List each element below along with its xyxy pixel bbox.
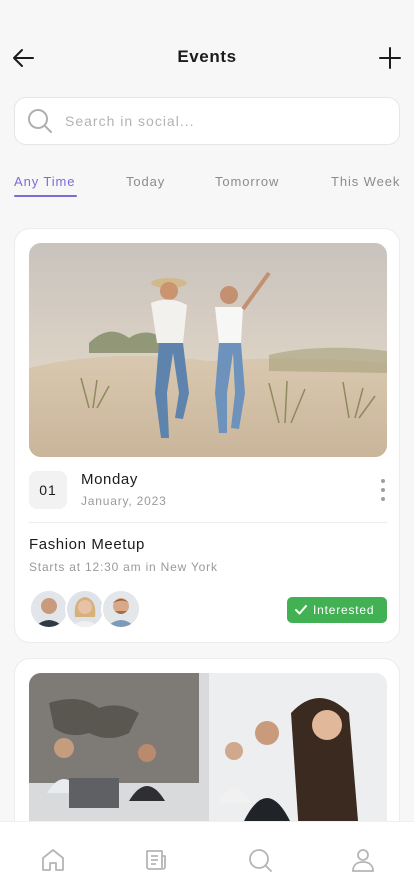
nav-profile[interactable] bbox=[349, 846, 377, 874]
time-filter-tabs: Any Time Today Tomorrow This Week bbox=[14, 174, 414, 200]
avatar bbox=[29, 589, 69, 629]
event-weekday: Monday bbox=[81, 471, 138, 488]
more-vertical-icon bbox=[381, 479, 385, 483]
search-icon bbox=[28, 109, 52, 133]
page-title: Events bbox=[177, 47, 237, 66]
home-icon bbox=[42, 849, 64, 871]
add-event-button[interactable] bbox=[374, 42, 406, 74]
divider bbox=[29, 522, 387, 523]
user-icon bbox=[352, 849, 374, 872]
nav-feed[interactable] bbox=[142, 846, 170, 874]
avatar bbox=[65, 589, 105, 629]
event-card[interactable]: 01 Monday January, 2023 Fashion Meetup S… bbox=[14, 228, 400, 643]
search-bar bbox=[14, 97, 400, 145]
event-name: Fashion Meetup bbox=[29, 536, 145, 553]
avatar bbox=[101, 589, 141, 629]
event-photo bbox=[29, 243, 387, 457]
search-icon bbox=[249, 849, 272, 872]
interested-label: Interested bbox=[313, 603, 375, 617]
bottom-navigation bbox=[0, 821, 414, 896]
attendees-avatars[interactable] bbox=[29, 589, 149, 629]
tab-this-week[interactable]: This Week bbox=[331, 174, 400, 189]
event-month: January, 2023 bbox=[81, 494, 167, 508]
tab-tomorrow[interactable]: Tomorrow bbox=[215, 174, 279, 189]
search-input[interactable] bbox=[65, 113, 365, 129]
event-details: Starts at 12:30 am in New York bbox=[29, 560, 218, 574]
nav-home[interactable] bbox=[39, 846, 67, 874]
newspaper-icon bbox=[146, 850, 166, 870]
date-badge: 01 bbox=[29, 471, 67, 509]
active-tab-indicator bbox=[14, 195, 77, 197]
tab-any-time[interactable]: Any Time bbox=[14, 174, 75, 189]
plus-icon bbox=[379, 47, 401, 69]
check-icon bbox=[295, 605, 307, 615]
tab-today[interactable]: Today bbox=[126, 174, 165, 189]
header: Events bbox=[0, 0, 414, 100]
interested-badge[interactable]: Interested bbox=[287, 597, 387, 623]
nav-search[interactable] bbox=[246, 846, 274, 874]
more-options-button[interactable] bbox=[377, 479, 389, 501]
